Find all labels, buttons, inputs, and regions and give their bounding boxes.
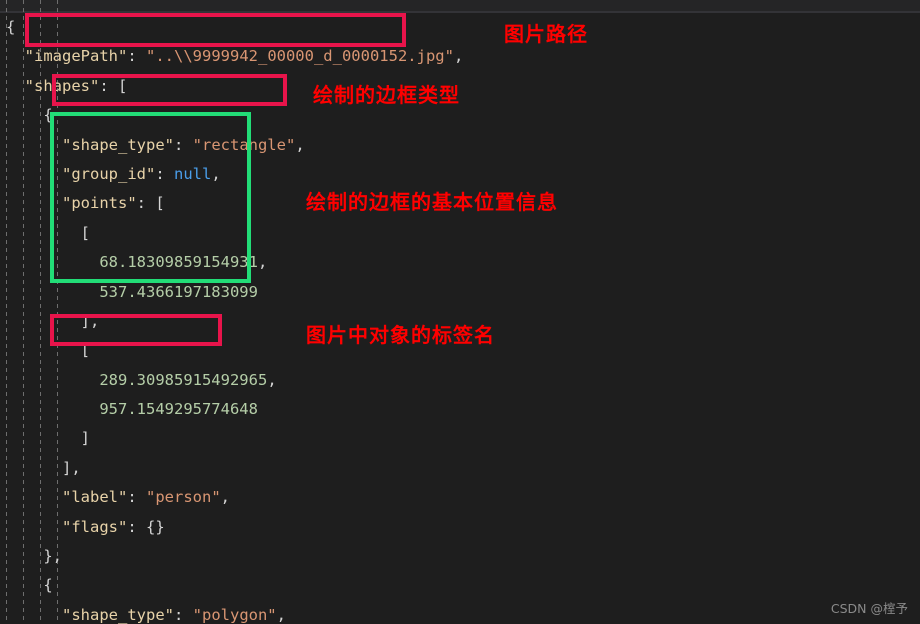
code-token-punc: , — [220, 488, 230, 507]
code-token-brk: [ — [80, 341, 90, 360]
code-token-punc: { — [43, 106, 53, 125]
code-line: "flags": {} — [0, 513, 920, 542]
code-line: 537.4366197183099 — [0, 278, 920, 307]
code-line: [ — [0, 219, 920, 248]
code-line: { — [0, 571, 920, 600]
code-token-key: "flags" — [62, 517, 128, 536]
code-token-punc: , — [267, 370, 277, 389]
code-token-punc: }, — [43, 547, 62, 566]
editor-top-strip — [0, 0, 920, 11]
code-line: 289.30985915492965, — [0, 366, 920, 395]
code-line: ] — [0, 424, 920, 453]
code-line: "label": "person", — [0, 483, 920, 512]
code-token-str: "person" — [146, 488, 221, 507]
code-token-brk: {} — [146, 517, 165, 536]
code-line: { — [0, 13, 920, 42]
code-token-brk: ], — [80, 311, 100, 330]
annotation-label-object-label: 图片中对象的标签名 — [306, 323, 495, 347]
code-token-punc: , — [295, 135, 305, 154]
code-token-punc: : — [127, 47, 146, 66]
code-token-punc: : — [173, 605, 193, 624]
code-token-num: 289.30985915492965 — [99, 370, 268, 389]
code-token-num: 957.1549295774648 — [99, 400, 258, 419]
code-line: ], — [0, 454, 920, 483]
code-token-brk: [ — [155, 194, 165, 213]
code-token-punc: : — [127, 488, 146, 507]
code-token-null: null — [174, 164, 212, 183]
code-line: "shape_type": "rectangle", — [0, 131, 920, 160]
code-line: "imagePath": "..\\9999942_00000_d_000015… — [0, 42, 920, 71]
code-token-key: "imagePath" — [24, 47, 128, 66]
code-line: "shape_type": "polygon", — [0, 601, 920, 624]
code-line: "group_id": null, — [0, 160, 920, 189]
code-token-key: "shapes" — [24, 76, 100, 95]
code-token-punc: , — [276, 605, 286, 624]
code-token-punc: { — [6, 18, 16, 36]
code-token-key: "shape_type" — [62, 135, 174, 154]
code-token-punc: : — [127, 517, 146, 536]
code-token-brk: [ — [118, 76, 128, 95]
code-token-brk: [ — [80, 223, 90, 242]
code-token-punc: { — [43, 576, 53, 595]
code-token-key: "label" — [62, 488, 128, 507]
code-token-punc: : — [136, 194, 156, 213]
annotation-label-image-path: 图片路径 — [504, 22, 588, 46]
code-line: 957.1549295774648 — [0, 395, 920, 424]
code-token-punc: , — [211, 164, 221, 183]
code-token-punc: : — [155, 164, 174, 183]
code-token-str: "polygon" — [192, 605, 277, 624]
code-token-punc: : — [99, 76, 118, 95]
code-token-brk: ] — [80, 429, 90, 448]
code-token-punc: : — [173, 135, 193, 154]
code-token-key: "group_id" — [62, 164, 156, 183]
code-token-punc: , — [257, 253, 268, 272]
annotation-label-points: 绘制的边框的基本位置信息 — [306, 190, 558, 214]
code-token-str: "rectangle" — [192, 135, 296, 154]
code-line: "shapes": [ — [0, 72, 920, 101]
code-token-brk: ], — [62, 458, 81, 477]
code-token-num: 537.4366197183099 — [99, 282, 258, 301]
code-token-key: "shape_type" — [62, 605, 174, 624]
code-line: 68.18309859154931, — [0, 248, 920, 277]
annotation-label-shape-type: 绘制的边框类型 — [313, 83, 460, 107]
code-token-punc: , — [453, 47, 464, 66]
csdn-watermark: CSDN @榁予 — [830, 601, 908, 616]
code-line: }, — [0, 542, 920, 571]
code-line: { — [0, 101, 920, 130]
code-editor-screenshot: { "imagePath": "..\\9999942_00000_d_0000… — [0, 0, 920, 624]
code-token-num: 68.18309859154931 — [99, 253, 258, 272]
code-token-key: "points" — [62, 194, 137, 213]
code-token-str: "..\\9999942_00000_d_0000152.jpg" — [146, 47, 454, 66]
